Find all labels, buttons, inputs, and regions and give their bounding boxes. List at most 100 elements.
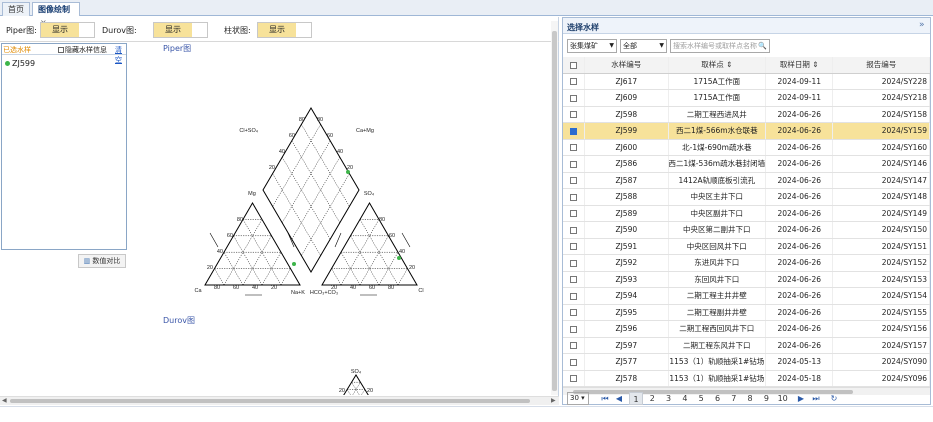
cell-sample-id: ZJ599 <box>584 122 669 140</box>
row-checkbox[interactable] <box>563 353 586 371</box>
cell-sampling-point: 中央区回风井下口 <box>668 238 767 255</box>
row-checkbox[interactable] <box>563 106 586 123</box>
table-row[interactable]: ZJ617 1715A工作面 2024-09-11 2024/SY228 <box>563 73 930 90</box>
collapse-icon[interactable]: » <box>919 20 925 30</box>
table-row[interactable]: ZJ586 西二1煤-536m疏水巷封闭墙 2024-06-26 2024/SY146 <box>563 155 930 173</box>
row-checkbox[interactable] <box>563 238 586 255</box>
scope-select[interactable]: 全部 ▼ <box>620 39 667 53</box>
label-cl: Cl <box>418 288 423 294</box>
checkbox-icon <box>570 94 578 102</box>
row-checkbox[interactable] <box>563 370 586 387</box>
tick-label: 80 <box>388 285 394 291</box>
column-header-report[interactable]: 报告编号 <box>832 57 930 74</box>
tick-label: 80 <box>317 117 323 123</box>
table-row[interactable]: ZJ594 二期工程主井井壁 2024-06-26 2024/SY154 <box>563 287 930 305</box>
search-input[interactable]: 搜索水样编号或取样点名称 🔍 <box>670 39 770 53</box>
table-row[interactable]: ZJ592 东进风井下口 2024-06-26 2024/SY152 <box>563 254 930 272</box>
row-checkbox[interactable] <box>563 73 586 90</box>
horizontal-scrollbar-thumb[interactable] <box>10 399 530 403</box>
page-number-button[interactable]: 5 <box>694 392 708 405</box>
refresh-icon[interactable]: ↻ <box>830 392 838 405</box>
horizontal-scrollbar[interactable]: ◀ ▶ <box>0 396 559 405</box>
page-number-button[interactable]: 8 <box>743 392 757 405</box>
tick-label: 40 <box>337 149 343 155</box>
page-number-button[interactable]: 4 <box>678 392 692 405</box>
scroll-right-icon[interactable]: ▶ <box>551 397 556 404</box>
grid-line <box>281 140 331 223</box>
cell-sampling-date: 2024-06-26 <box>765 106 834 123</box>
page-number-button[interactable]: 10 <box>776 392 790 405</box>
row-checkbox[interactable] <box>563 221 586 239</box>
cell-sample-id: ZJ578 <box>584 370 669 387</box>
tab-image-drawing[interactable]: 图像绘制× <box>32 2 80 27</box>
cell-sample-id: ZJ588 <box>584 188 669 206</box>
cell-sampling-date: 2024-05-18 <box>765 370 834 387</box>
row-checkbox[interactable] <box>563 188 586 206</box>
tab-home[interactable]: 首页 <box>2 2 30 16</box>
grid-line <box>397 268 408 286</box>
row-checkbox[interactable] <box>563 320 586 338</box>
row-checkbox[interactable] <box>563 271 586 288</box>
vertical-scrollbar[interactable] <box>551 21 558 395</box>
table-row[interactable]: ZJ593 东回风井下口 2024-06-26 2024/SY153 <box>563 271 930 288</box>
first-page-icon[interactable]: ⏮ <box>601 392 609 405</box>
label-ca: Ca <box>194 288 202 294</box>
page-number-button[interactable]: 2 <box>645 392 659 405</box>
checkbox-icon <box>570 325 578 333</box>
table-row[interactable]: ZJ598 二期工程西进风井 2024-06-26 2024/SY158 <box>563 106 930 123</box>
row-checkbox[interactable] <box>563 122 586 140</box>
table-row[interactable]: ZJ600 北-1煤-690m疏水巷 2024-06-26 2024/SY160 <box>563 139 930 156</box>
table-row[interactable]: ZJ595 二期工程副井井壁 2024-06-26 2024/SY155 <box>563 304 930 321</box>
page-number-button[interactable]: 6 <box>711 392 725 405</box>
table-row[interactable]: ZJ587 1412A轨顺底板引流孔 2024-06-26 2024/SY147 <box>563 172 930 189</box>
column-header-point[interactable]: 取样点 ⇕ <box>668 57 767 74</box>
row-checkbox[interactable] <box>563 89 586 107</box>
next-page-icon[interactable]: ▶ <box>797 392 805 405</box>
page-number-button[interactable]: 1 <box>629 392 643 405</box>
cell-report-id: 2024/SY160 <box>832 139 930 156</box>
page-size-select[interactable]: 30 ▾ <box>567 392 589 405</box>
row-checkbox[interactable] <box>563 337 586 354</box>
table-row[interactable]: ZJ578 1153（1）轨顺抽采1#钻场 2024-05-18 2024/SY096 <box>563 370 930 387</box>
cell-sampling-point: 中央区副井下口 <box>668 205 767 222</box>
table-row[interactable]: ZJ596 二期工程西回风井下口 2024-06-26 2024/SY156 <box>563 320 930 338</box>
cell-sampling-date: 2024-05-13 <box>765 353 834 371</box>
table-row[interactable]: ZJ588 中央区主井下口 2024-06-26 2024/SY148 <box>563 188 930 206</box>
prev-page-icon[interactable]: ◀ <box>615 392 623 405</box>
row-checkbox[interactable] <box>563 254 586 272</box>
row-checkbox[interactable] <box>563 139 586 156</box>
row-checkbox[interactable] <box>563 304 586 321</box>
cell-sample-id: ZJ609 <box>584 89 669 107</box>
row-checkbox[interactable] <box>563 155 586 173</box>
scroll-left-icon[interactable]: ◀ <box>2 397 7 404</box>
table-row[interactable]: ZJ609 1715A工作面 2024-09-11 2024/SY218 <box>563 89 930 107</box>
page-number-button[interactable]: 7 <box>727 392 741 405</box>
checkbox-icon <box>570 226 578 234</box>
sample-selection-header: 选择水样 » <box>563 18 930 34</box>
table-row[interactable]: ZJ577 1153（1）轨顺抽采1#钻场 2024-05-13 2024/SY090 <box>563 353 930 371</box>
page-number-button[interactable]: 3 <box>662 392 676 405</box>
row-checkbox[interactable] <box>563 287 586 305</box>
table-row[interactable]: ZJ591 中央区回风井下口 2024-06-26 2024/SY151 <box>563 238 930 255</box>
row-checkbox[interactable] <box>563 172 586 189</box>
table-row[interactable]: ZJ590 中央区第二副井下口 2024-06-26 2024/SY150 <box>563 221 930 239</box>
tick-label: 80 <box>379 217 385 223</box>
last-page-icon[interactable]: ⏭ <box>812 392 820 405</box>
column-header-date[interactable]: 取样日期 ⇕ <box>765 57 834 74</box>
grid-line <box>214 268 225 286</box>
table-row[interactable]: ZJ589 中央区副井下口 2024-06-26 2024/SY149 <box>563 205 930 222</box>
tick-label: 80 <box>299 117 305 123</box>
checkbox-icon <box>570 375 578 383</box>
select-all-checkbox[interactable] <box>563 57 586 74</box>
table-row[interactable]: ZJ597 二期工程东风井下口 2024-06-26 2024/SY157 <box>563 337 930 354</box>
cell-sampling-date: 2024-06-26 <box>765 155 834 173</box>
vertical-scrollbar-thumb[interactable] <box>552 31 557 391</box>
piper-grid <box>204 107 418 395</box>
mine-select[interactable]: 张集煤矿 ▼ <box>567 39 617 53</box>
table-row[interactable]: ZJ599 西二1煤-566m水仓联巷 2024-06-26 2024/SY159 <box>563 122 930 140</box>
cell-sampling-point: 中央区第二副井下口 <box>668 221 767 239</box>
tick-label: 40 <box>399 249 405 255</box>
column-header-id[interactable]: 水样编号 <box>584 57 669 74</box>
page-number-button[interactable]: 9 <box>759 392 773 405</box>
row-checkbox[interactable] <box>563 205 586 222</box>
